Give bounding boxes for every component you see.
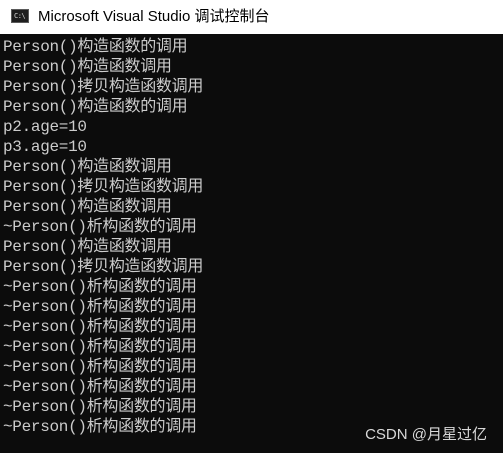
console-app-icon[interactable]: C:\ <box>11 9 29 23</box>
console-line: Person()构造函数调用 <box>3 238 172 256</box>
console-line: Person()构造函数调用 <box>3 198 172 216</box>
console-line: Person()构造函数调用 <box>3 58 172 76</box>
console-line: Person()拷贝构造函数调用 <box>3 78 204 96</box>
console-line: Person()拷贝构造函数调用 <box>3 258 204 276</box>
console-line: p3.age=10 <box>3 138 87 156</box>
console-line: Person()构造函数的调用 <box>3 38 188 56</box>
title-bar[interactable]: C:\ Microsoft Visual Studio 调试控制台 <box>0 0 503 34</box>
console-app-icon-glyph: C:\ <box>14 11 26 20</box>
console-line: Person()构造函数的调用 <box>3 98 188 116</box>
console-line: ~Person()析构函数的调用 <box>3 378 197 396</box>
console-line: ~Person()析构函数的调用 <box>3 338 197 356</box>
console-line: ~Person()析构函数的调用 <box>3 318 197 336</box>
console-line: ~Person()析构函数的调用 <box>3 298 197 316</box>
console-line: ~Person()析构函数的调用 <box>3 218 197 236</box>
console-line: ~Person()析构函数的调用 <box>3 358 197 376</box>
console-output-lines: Person()构造函数的调用 Person()构造函数调用 Person()拷… <box>3 37 203 437</box>
console-output-area[interactable]: Person()构造函数的调用 Person()构造函数调用 Person()拷… <box>0 36 503 453</box>
console-window: C:\ Microsoft Visual Studio 调试控制台 Person… <box>0 0 503 453</box>
csdn-watermark: CSDN @月星过亿 <box>365 426 487 443</box>
console-line: ~Person()析构函数的调用 <box>3 278 197 296</box>
console-line: ~Person()析构函数的调用 <box>3 418 197 436</box>
console-line: Person()拷贝构造函数调用 <box>3 178 204 196</box>
console-line: p2.age=10 <box>3 118 87 136</box>
window-title: Microsoft Visual Studio 调试控制台 <box>38 8 270 25</box>
console-line: ~Person()析构函数的调用 <box>3 398 197 416</box>
console-line: Person()构造函数调用 <box>3 158 172 176</box>
